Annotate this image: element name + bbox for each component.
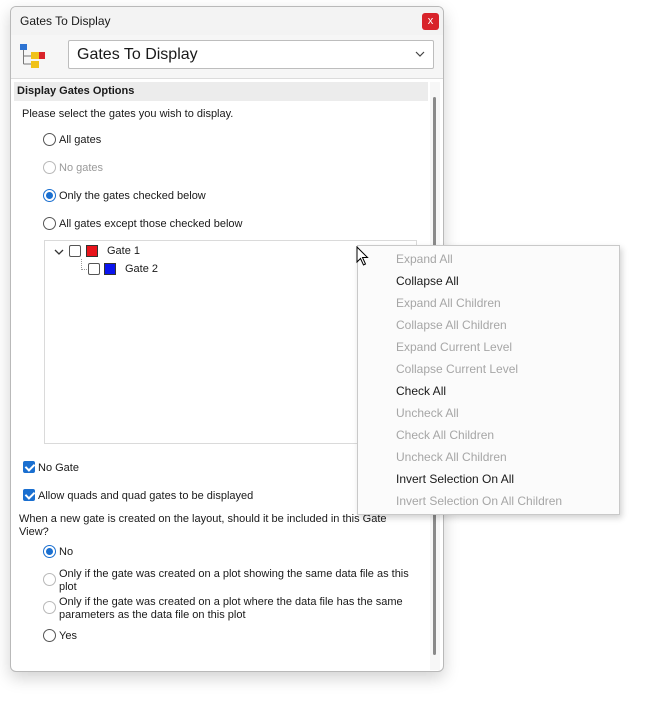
radio-all-gates[interactable]	[43, 133, 56, 146]
view-select-dropdown[interactable]: Gates To Display	[68, 40, 434, 69]
menu-collapse-all-children[interactable]: Collapse All Children	[396, 318, 507, 332]
no-gate-label: No Gate	[38, 462, 79, 474]
menu-check-all[interactable]: Check All	[396, 384, 446, 398]
window-title: Gates To Display	[20, 14, 111, 28]
section-title: Display Gates Options	[17, 85, 135, 97]
radio-all-gates-label: All gates	[59, 134, 102, 146]
menu-expand-all[interactable]: Expand All	[396, 252, 453, 266]
view-header: Gates To Display	[11, 35, 443, 79]
radio-new-gate-same-params-label: Only if the gate was created on a plot w…	[59, 596, 403, 621]
radio-new-gate-same-file[interactable]	[43, 573, 56, 586]
menu-invert-selection-all[interactable]: Invert Selection On All	[396, 472, 514, 486]
radio-new-gate-same-params[interactable]	[43, 601, 56, 614]
close-button[interactable]: x	[422, 13, 439, 30]
menu-uncheck-all-children[interactable]: Uncheck All Children	[396, 450, 507, 464]
menu-collapse-all[interactable]: Collapse All	[396, 274, 459, 288]
new-gate-question: When a new gate is created on the layout…	[19, 513, 387, 538]
menu-expand-current-level[interactable]: Expand Current Level	[396, 340, 512, 354]
radio-only-checked-gates[interactable]	[43, 189, 56, 202]
radio-new-gate-yes-label: Yes	[59, 630, 77, 642]
gate-2-label[interactable]: Gate 2	[125, 263, 158, 275]
gate-1-color-swatch	[86, 245, 98, 257]
radio-new-gate-yes[interactable]	[43, 629, 56, 642]
menu-collapse-current-level[interactable]: Collapse Current Level	[396, 362, 518, 376]
radio-only-checked-gates-label: Only the gates checked below	[59, 190, 206, 202]
close-icon: x	[427, 15, 434, 27]
radio-new-gate-same-file-label: Only if the gate was created on a plot s…	[59, 568, 409, 593]
radio-all-except-checked-label: All gates except those checked below	[59, 218, 243, 230]
radio-all-except-checked[interactable]	[43, 217, 56, 230]
expand-chevron-icon[interactable]	[54, 247, 64, 257]
instruction-text: Please select the gates you wish to disp…	[22, 108, 234, 120]
menu-check-all-children[interactable]: Check All Children	[396, 428, 494, 442]
title-bar[interactable]: Gates To Display x	[11, 7, 443, 35]
gate-2-color-swatch	[104, 263, 116, 275]
radio-no-gates-label: No gates	[59, 162, 104, 174]
gate-1-label[interactable]: Gate 1	[107, 245, 140, 257]
mouse-cursor-icon	[356, 246, 369, 266]
radio-no-gates[interactable]	[43, 161, 56, 174]
radio-new-gate-no[interactable]	[43, 545, 56, 558]
no-gate-checkbox[interactable]	[23, 461, 35, 473]
section-header: Display Gates Options	[14, 82, 428, 101]
menu-invert-selection-all-children[interactable]: Invert Selection On All Children	[396, 494, 562, 508]
gate-1-checkbox[interactable]	[69, 245, 81, 257]
allow-quads-checkbox[interactable]	[23, 489, 35, 501]
menu-uncheck-all[interactable]: Uncheck All	[396, 406, 459, 420]
menu-expand-all-children[interactable]: Expand All Children	[396, 296, 501, 310]
allow-quads-label: Allow quads and quad gates to be display…	[38, 490, 254, 502]
gate-hierarchy-icon	[20, 44, 45, 68]
radio-new-gate-no-label: No	[59, 546, 74, 558]
tree-context-menu: Expand All Collapse All Expand All Child…	[357, 245, 620, 515]
view-select-value: Gates To Display	[77, 46, 198, 63]
chevron-down-icon	[415, 51, 425, 57]
gate-2-checkbox[interactable]	[88, 263, 100, 275]
